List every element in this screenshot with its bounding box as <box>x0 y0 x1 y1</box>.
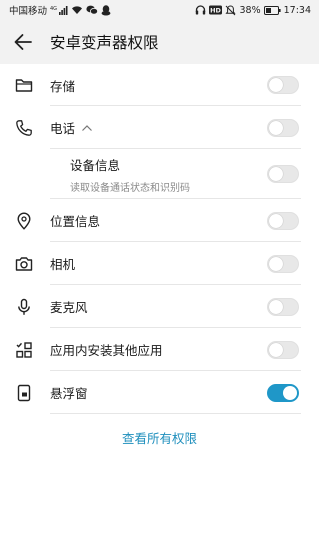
hd-badge-label: HD <box>211 7 222 15</box>
permission-label: 设备信息 <box>70 157 121 173</box>
permission-description: 读取设备通话状态和识别码 <box>70 182 190 194</box>
phone-toggle[interactable] <box>267 118 299 137</box>
permission-label: 悬浮窗 <box>50 386 88 401</box>
view-all-permissions-link[interactable]: 查看所有权限 <box>0 428 319 447</box>
status-right: HD 38% 17:34 <box>195 5 311 16</box>
qq-icon <box>101 4 111 16</box>
camera-toggle[interactable] <box>267 254 299 273</box>
permission-label: 电话 <box>50 121 76 136</box>
signal-icon: 4G <box>50 5 68 15</box>
status-left: 中国移动 4G <box>9 3 111 17</box>
wechat-icon <box>86 5 99 15</box>
device-info-toggle[interactable] <box>267 165 299 183</box>
status-bar: 中国移动 4G HD 38% 17:34 <box>0 0 319 20</box>
carrier-name: 中国移动 <box>9 6 48 17</box>
permission-label: 麦克风 <box>50 300 88 315</box>
floating-window-toggle[interactable] <box>267 383 299 402</box>
permission-row-install-apps[interactable]: 应用内安装其他应用 <box>0 328 319 371</box>
hd-icon: HD <box>209 5 223 15</box>
divider <box>50 413 301 414</box>
phone-icon <box>14 118 34 138</box>
folder-icon <box>14 75 34 95</box>
network-type-label: 4G <box>50 6 57 12</box>
headset-icon <box>195 5 206 15</box>
wifi-icon <box>71 5 83 15</box>
permission-label: 应用内安装其他应用 <box>50 343 163 358</box>
install-apps-icon <box>14 340 34 360</box>
floating-window-icon <box>14 383 34 403</box>
permission-row-floating-window[interactable]: 悬浮窗 <box>0 371 319 414</box>
permission-row-phone[interactable]: 电话 <box>0 106 319 149</box>
back-arrow-icon[interactable] <box>12 31 34 53</box>
permission-label: 相机 <box>50 257 76 272</box>
permission-row-camera[interactable]: 相机 <box>0 242 319 285</box>
permission-row-device-info[interactable]: 设备信息 读取设备通话状态和识别码 <box>0 149 319 199</box>
location-icon <box>14 211 34 231</box>
chevron-up-icon[interactable] <box>81 120 93 135</box>
location-toggle[interactable] <box>267 211 299 230</box>
permission-list: 存储 电话 设备信息 读取设备通话状态和识别码 位置信息 相机 麦克风 应用内安… <box>0 64 319 414</box>
app-bar: 安卓变声器权限 <box>0 20 319 64</box>
mute-icon <box>225 4 237 16</box>
permission-label: 位置信息 <box>50 214 101 229</box>
camera-icon <box>14 254 34 274</box>
permission-row-storage[interactable]: 存储 <box>0 64 319 106</box>
microphone-icon <box>14 297 34 317</box>
permission-row-location[interactable]: 位置信息 <box>0 199 319 242</box>
battery-icon <box>263 5 281 15</box>
install-apps-toggle[interactable] <box>267 340 299 359</box>
clock-time: 17:34 <box>283 4 311 16</box>
battery-percent: 38% <box>239 4 261 16</box>
permission-row-microphone[interactable]: 麦克风 <box>0 285 319 328</box>
page-title: 安卓变声器权限 <box>50 34 159 52</box>
permission-label: 存储 <box>50 78 76 94</box>
microphone-toggle[interactable] <box>267 297 299 316</box>
storage-toggle[interactable] <box>267 76 299 94</box>
